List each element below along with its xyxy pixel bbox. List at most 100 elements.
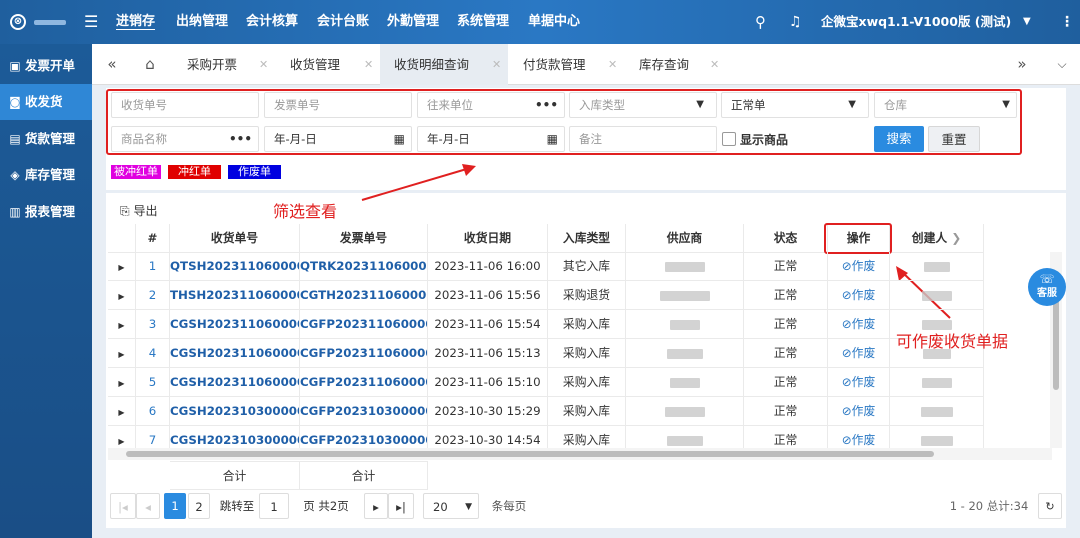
col-creator[interactable]: 创建人 ❯: [890, 224, 984, 253]
export-button[interactable]: ⎘ 导出: [120, 202, 157, 220]
tab-receipt-detail[interactable]: 收货明细查询 ✕: [380, 44, 508, 85]
col-invoice-no[interactable]: 发票单号: [300, 224, 428, 253]
more-vertical-icon[interactable]: ⋮: [1060, 0, 1074, 44]
action-cell[interactable]: ⊘作废: [828, 339, 890, 368]
row-expand[interactable]: ▶: [108, 339, 136, 368]
expand-caret-icon[interactable]: ▶: [118, 321, 124, 330]
double-chevron-left-icon[interactable]: «: [100, 44, 124, 85]
action-cell[interactable]: ⊘作废: [828, 397, 890, 426]
invoice-no-link[interactable]: QTRK2023110600001: [300, 259, 427, 273]
tab-receiving[interactable]: 收货管理 ✕: [290, 44, 380, 85]
receipt-no-link[interactable]: CGSH2023110600001: [170, 375, 299, 389]
close-icon[interactable]: ✕: [364, 44, 373, 85]
col-receipt-date[interactable]: 收货日期: [428, 224, 548, 253]
tab-payment[interactable]: 付货款管理 ✕: [523, 44, 623, 85]
close-icon[interactable]: ✕: [259, 44, 268, 85]
menu-item-docs[interactable]: 单据中心: [528, 0, 580, 44]
invoice-no-link[interactable]: CGFP2023110600003: [300, 317, 427, 331]
invoice-no-cell[interactable]: CGTH2023110600001: [300, 281, 428, 310]
row-expand[interactable]: ▶: [108, 368, 136, 397]
close-icon[interactable]: ✕: [608, 44, 617, 85]
invoice-no-link[interactable]: CGFP2023103000001: [300, 433, 427, 447]
row-expand[interactable]: ▶: [108, 252, 136, 281]
expand-caret-icon[interactable]: ▶: [118, 379, 124, 388]
menu-item-system[interactable]: 系统管理: [457, 0, 509, 44]
menu-item-cashier[interactable]: 出纳管理: [176, 0, 228, 44]
last-page-button[interactable]: ▸|: [388, 493, 414, 519]
receipt-no-link[interactable]: THSH2023110600001: [170, 288, 299, 302]
invoice-no-cell[interactable]: CGFP2023110600001: [300, 368, 428, 397]
sidebar-item-payment[interactable]: ▤ 货款管理: [0, 121, 92, 157]
page-size-select[interactable]: 20 ▼: [423, 493, 479, 519]
company-name[interactable]: 企微宝xwq1.1-V1000版 (测试): [821, 0, 1011, 44]
search-icon[interactable]: ⚲: [755, 0, 766, 44]
invoice-no-cell[interactable]: QTRK2023110600001: [300, 252, 428, 281]
chevron-down-icon[interactable]: ⌵: [1052, 44, 1072, 85]
action-cell[interactable]: ⊘作废: [828, 252, 890, 281]
row-expand[interactable]: ▶: [108, 397, 136, 426]
page-2-button[interactable]: 2: [188, 493, 210, 519]
menu-item-jxc[interactable]: 进销存: [116, 0, 155, 44]
tab-purchase-invoice[interactable]: 采购开票 ✕: [187, 44, 277, 85]
receipt-no-cell[interactable]: CGSH2023103000004: [170, 397, 300, 426]
double-chevron-right-icon[interactable]: »: [1010, 44, 1034, 85]
receipt-no-cell[interactable]: CGSH2023110600001: [170, 368, 300, 397]
invoice-no-cell[interactable]: CGFP2023110600003: [300, 310, 428, 339]
action-cell[interactable]: ⊘作废: [828, 310, 890, 339]
action-cell[interactable]: ⊘作废: [828, 281, 890, 310]
refresh-button[interactable]: ↻: [1038, 493, 1062, 519]
tab-stock-query[interactable]: 库存查询 ✕: [639, 44, 729, 85]
menu-toggle-icon[interactable]: ☰: [84, 0, 98, 44]
sidebar-item-report[interactable]: ▥ 报表管理: [0, 194, 92, 230]
sidebar-item-shipping[interactable]: ◙ 收发货: [0, 84, 92, 120]
expand-caret-icon[interactable]: ▶: [118, 408, 124, 417]
receipt-no-cell[interactable]: CGSH2023110600002: [170, 339, 300, 368]
home-icon[interactable]: ⌂: [140, 44, 160, 85]
menu-item-accounting[interactable]: 会计核算: [246, 0, 298, 44]
chevron-down-icon[interactable]: ▼: [1023, 0, 1031, 44]
redacted-creator: [920, 435, 953, 446]
customer-service-button[interactable]: ☏ 客服: [1028, 268, 1066, 306]
menu-item-ledger[interactable]: 会计台账: [317, 0, 369, 44]
invoice-no-cell[interactable]: CGFP2023110600002: [300, 339, 428, 368]
invoice-no-link[interactable]: CGTH2023110600001: [300, 288, 427, 302]
close-icon[interactable]: ✕: [710, 44, 719, 85]
scrollbar-thumb[interactable]: [1053, 290, 1059, 390]
receipt-no-cell[interactable]: THSH2023110600001: [170, 281, 300, 310]
receipt-no-link[interactable]: CGSH2023103000003: [170, 433, 299, 447]
receipt-no-cell[interactable]: CGSH2023110600003: [170, 310, 300, 339]
row-expand[interactable]: ▶: [108, 310, 136, 339]
scrollbar-thumb[interactable]: [126, 451, 934, 457]
action-cell[interactable]: ⊘作废: [828, 368, 890, 397]
receipt-no-link[interactable]: CGSH2023103000004: [170, 404, 299, 418]
row-expand[interactable]: ▶: [108, 281, 136, 310]
next-page-button[interactable]: ▸: [364, 493, 388, 519]
invoice-no-link[interactable]: CGFP2023110600001: [300, 375, 427, 389]
sidebar-item-invoice[interactable]: ▣ 发票开单: [0, 48, 92, 84]
invoice-no-cell[interactable]: CGFP2023103000002: [300, 397, 428, 426]
bell-icon[interactable]: ♫: [789, 0, 802, 44]
horizontal-scrollbar[interactable]: [108, 448, 1052, 460]
receipt-no-link[interactable]: QTSH2023110600001: [170, 259, 299, 273]
invoice-no-link[interactable]: CGFP2023103000002: [300, 404, 427, 418]
receipt-no-link[interactable]: CGSH2023110600002: [170, 346, 299, 360]
page-1-button[interactable]: 1: [164, 493, 186, 519]
sidebar-item-inventory[interactable]: ◈ 库存管理: [0, 157, 92, 193]
expand-caret-icon[interactable]: ▶: [118, 263, 124, 272]
expand-caret-icon[interactable]: ▶: [118, 292, 124, 301]
expand-caret-icon[interactable]: ▶: [118, 350, 124, 359]
close-icon[interactable]: ✕: [492, 44, 501, 85]
receipt-no-link[interactable]: CGSH2023110600003: [170, 317, 299, 331]
col-status[interactable]: 状态: [744, 224, 828, 253]
receipt-no-cell[interactable]: QTSH2023110600001: [170, 252, 300, 281]
col-stock-type[interactable]: 入库类型: [548, 224, 626, 253]
prev-page-button[interactable]: ◂: [136, 493, 160, 519]
goto-page-input[interactable]: 1: [259, 493, 289, 519]
first-page-button[interactable]: |◂: [110, 493, 136, 519]
col-supplier[interactable]: 供应商: [626, 224, 744, 253]
invoice-no-link[interactable]: CGFP2023110600002: [300, 346, 427, 360]
menu-item-field[interactable]: 外勤管理: [387, 0, 439, 44]
expand-caret-icon[interactable]: ▶: [118, 437, 124, 446]
col-receipt-no[interactable]: 收货单号: [170, 224, 300, 253]
layers-icon: ◈: [10, 168, 20, 182]
